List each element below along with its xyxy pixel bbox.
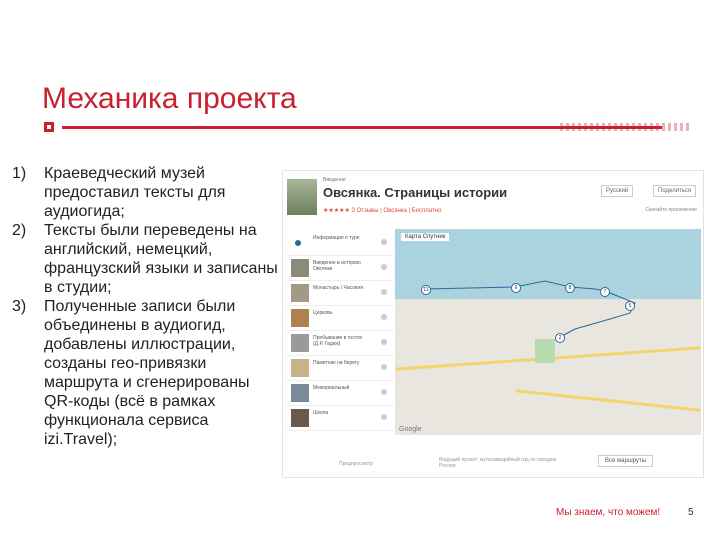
list-text: Полученные записи были объединены в ауди… [44,298,250,448]
stop-thumbnail [291,334,309,352]
side-label: Введение в историю Овсянки [313,260,361,272]
side-label: Школа [313,410,329,416]
breadcrumb: Введение [323,177,346,183]
play-icon[interactable] [381,389,387,395]
play-icon[interactable] [381,239,387,245]
list-item[interactable]: Информация о туре [287,231,393,256]
list-item: 2) Тексты были переведены на английский, … [12,221,280,297]
tour-title: Овсянка. Страницы истории [323,185,508,200]
route-pin[interactable]: 11 [421,285,431,295]
preview-label: Предпросмотр [339,461,373,467]
list-item[interactable]: Памятник на берегу [287,356,393,381]
title-square-icon [44,122,54,132]
play-icon[interactable] [381,364,387,370]
list-text: Тексты были переведены на английский, не… [44,222,278,296]
route-pin[interactable]: 6 [511,283,521,293]
route-line [424,280,636,338]
stop-thumbnail [291,384,309,402]
slide-title: Механика проекта [42,82,297,115]
play-icon[interactable] [381,289,387,295]
tour-stops-sidebar: Информация о туре Введение в историю Овс… [287,231,393,431]
stop-thumbnail [291,284,309,302]
play-icon[interactable] [381,339,387,345]
tour-rating: ★★★★★ 3 Отзывы | Овсянка | Бесплатно [323,208,442,214]
play-icon[interactable] [381,414,387,420]
list-number: 1) [12,165,27,182]
footer-promo: Ведущий проект: мультимедийный гид по го… [439,457,557,469]
stop-thumbnail [291,259,309,277]
route-pin[interactable]: 2 [555,333,565,343]
side-label: Мемориальный [313,385,350,391]
list-number: 2) [12,222,27,239]
list-item[interactable]: Мемориальный [287,381,393,406]
play-icon[interactable] [381,264,387,270]
app-store-text: Скачайте приложение [645,207,697,213]
side-label: Церковь [313,310,333,316]
language-select[interactable]: Русский [601,185,634,197]
route-pin[interactable]: 5 [625,301,635,311]
list-item[interactable]: Церковь [287,306,393,331]
list-item[interactable]: Пребывание в гостях (Д.Р. Гадюк) [287,331,393,356]
route-map[interactable]: Карта Спутник 11 6 8 7 5 2 Google [395,229,701,435]
side-label: Монастырь / Часовня [313,285,364,291]
google-logo: Google [399,426,422,433]
list-item: 1) Краеведческий музей предоставил тексты… [12,164,280,221]
slogan: Мы знаем, что можем! [556,507,661,518]
route-pin[interactable]: 8 [565,283,575,293]
steps-list: 1) Краеведческий музей предоставил тексты… [12,164,280,449]
title-underline-texture [560,123,690,131]
tour-thumbnail [287,179,317,215]
list-item[interactable]: Введение в историю Овсянки [287,256,393,281]
list-item[interactable]: Монастырь / Часовня [287,281,393,306]
izi-travel-screenshot: Введение Овсянка. Страницы истории ★★★★★… [282,170,704,478]
info-icon [295,240,301,246]
list-number: 3) [12,298,27,315]
share-button[interactable]: Поделиться [653,185,697,197]
stop-thumbnail [291,359,309,377]
list-item: 3) Полученные записи были объединены в а… [12,297,280,449]
side-label: Информация о туре [313,235,360,241]
page-number: 5 [688,507,694,518]
route-pin[interactable]: 7 [600,287,610,297]
screenshot-footer: Предпросмотр Ведущий проект: мультимедий… [283,453,703,477]
play-icon[interactable] [381,314,387,320]
stop-thumbnail [291,309,309,327]
stop-thumbnail [291,409,309,427]
all-routes-button[interactable]: Все маршруты [598,455,653,467]
tour-header: Введение Овсянка. Страницы истории ★★★★★… [283,171,703,223]
side-label: Пребывание в гостях (Д.Р. Гадюк) [313,335,363,347]
list-item[interactable]: Школа [287,406,393,431]
list-text: Краеведческий музей предоставил тексты д… [44,165,226,220]
side-label: Памятник на берегу [313,360,360,366]
